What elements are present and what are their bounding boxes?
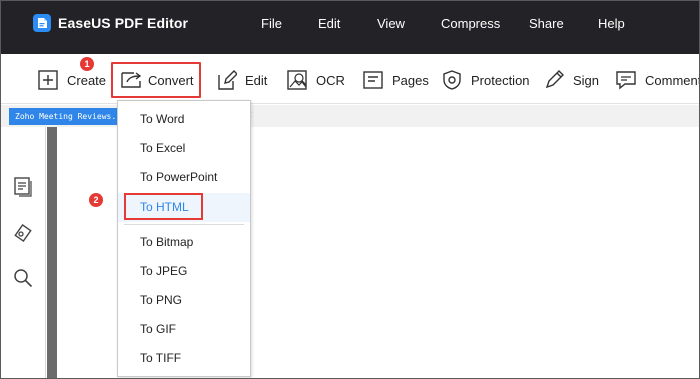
protection-label: Protection — [471, 72, 530, 88]
sign-button[interactable]: Sign — [543, 65, 599, 95]
menu-help[interactable]: Help — [598, 16, 625, 31]
pages-button[interactable]: Pages — [362, 65, 429, 95]
step-2-badge: 2 — [89, 193, 103, 207]
convert-to-excel[interactable]: To Excel — [118, 134, 250, 163]
ocr-button[interactable]: OCR — [286, 65, 345, 95]
convert-icon — [118, 69, 142, 91]
attachment-tag-icon[interactable] — [12, 222, 34, 244]
main-toolbar: Create Convert Edit OCR Pages Protection… — [1, 54, 700, 104]
convert-to-powerpoint[interactable]: To PowerPoint — [118, 163, 250, 192]
easeus-logo-icon — [33, 14, 51, 32]
menu-share[interactable]: Share — [529, 16, 564, 31]
convert-to-word[interactable]: To Word — [118, 105, 250, 134]
shield-icon — [441, 69, 463, 91]
convert-to-tiff[interactable]: To TIFF — [118, 344, 250, 373]
convert-to-bitmap[interactable]: To Bitmap — [118, 228, 250, 257]
html-annotation-box — [124, 193, 203, 220]
search-icon[interactable] — [12, 267, 34, 289]
edit-label: Edit — [245, 72, 268, 88]
menu-view[interactable]: View — [377, 16, 405, 31]
convert-to-gif[interactable]: To GIF — [118, 315, 250, 344]
convert-dropdown-menu: To Word To Excel To PowerPoint To HTML T… — [117, 100, 251, 377]
edit-button[interactable]: Edit — [215, 65, 267, 95]
comment-label: Comment — [645, 72, 700, 88]
thumbnails-icon[interactable] — [12, 175, 34, 197]
plus-box-icon — [37, 69, 59, 91]
pages-icon — [362, 69, 384, 91]
menu-separator — [124, 224, 244, 225]
convert-button[interactable]: Convert — [118, 65, 194, 95]
protection-button[interactable]: Protection — [441, 65, 530, 95]
menu-file[interactable]: File — [261, 16, 282, 31]
ocr-label: OCR — [316, 72, 345, 88]
app-title: EaseUS PDF Editor — [58, 15, 189, 31]
comment-button[interactable]: Comment — [615, 65, 700, 95]
title-bar: EaseUS PDF Editor File Edit View Compres… — [1, 1, 699, 54]
edit-pen-icon — [215, 69, 237, 91]
app-window: EaseUS PDF Editor File Edit View Compres… — [0, 0, 700, 379]
left-side-panel — [1, 127, 46, 378]
create-button[interactable]: Create — [37, 65, 106, 95]
pages-label: Pages — [392, 72, 429, 88]
menu-edit[interactable]: Edit — [318, 16, 340, 31]
convert-label: Convert — [148, 72, 194, 88]
document-tab[interactable]: Zoho Meeting Reviews... — [9, 108, 121, 125]
convert-to-jpeg[interactable]: To JPEG — [118, 257, 250, 286]
comment-icon — [615, 69, 637, 91]
menu-compress[interactable]: Compress — [441, 16, 500, 31]
step-1-badge: 1 — [80, 57, 94, 71]
document-tab-strip: Zoho Meeting Reviews... ✕ — [1, 105, 699, 127]
sign-label: Sign — [573, 72, 600, 88]
create-label: Create — [67, 72, 107, 88]
sign-pen-icon — [543, 69, 565, 91]
ocr-scan-icon — [286, 69, 308, 91]
convert-to-png[interactable]: To PNG — [118, 286, 250, 315]
